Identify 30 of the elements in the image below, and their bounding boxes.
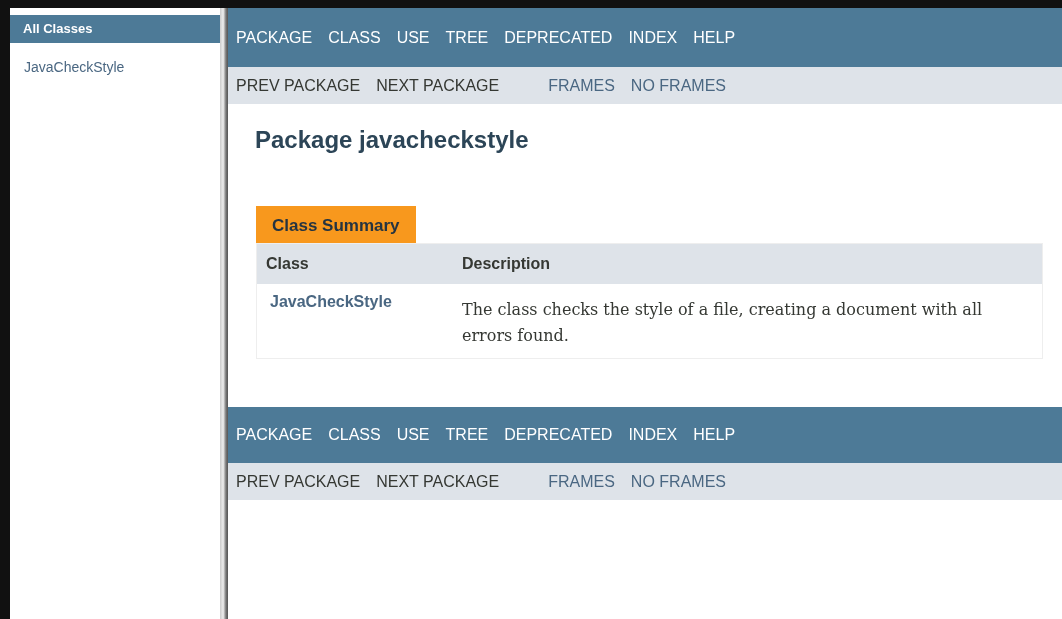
nav-label: NEXT PACKAGE xyxy=(376,472,500,491)
nav-link[interactable]: PACKAGE xyxy=(236,426,313,444)
nav-link[interactable]: TREE xyxy=(445,28,489,47)
nav-link[interactable]: DEPRECATED xyxy=(504,426,613,444)
nav-link[interactable]: DEPRECATED xyxy=(504,28,613,47)
nav-label: NEXT PACKAGE xyxy=(376,76,500,95)
nav-label: PREV PACKAGE xyxy=(236,76,361,95)
nav-link[interactable]: USE xyxy=(396,426,430,444)
column-header: Description xyxy=(462,255,550,273)
java-class-link[interactable]: JavaCheckStyle xyxy=(270,293,392,310)
nav-link[interactable]: PACKAGE xyxy=(236,28,313,47)
frame-header: All Classes xyxy=(10,15,220,43)
nav-link[interactable]: NO FRAMES xyxy=(630,76,726,95)
nav-link[interactable]: HELP xyxy=(693,426,736,444)
nav-link[interactable]: FRAMES xyxy=(548,76,615,95)
table-caption: Class Summary xyxy=(256,206,416,243)
column-header: Class xyxy=(265,255,310,273)
nav-label: PREV PACKAGE xyxy=(236,472,361,491)
nav-link[interactable]: TREE xyxy=(445,426,489,444)
nav-link[interactable]: USE xyxy=(396,28,430,47)
table-cell-text: The class checks the style of a file, creating a document with all errors found. xyxy=(462,299,984,347)
nav-link[interactable]: INDEX xyxy=(628,426,678,444)
nav-link[interactable]: CLASS xyxy=(328,28,381,47)
nav-link[interactable]: HELP xyxy=(693,28,736,47)
java-class-link[interactable]: JavaCheckStyle xyxy=(24,59,125,75)
nav-link[interactable]: NO FRAMES xyxy=(630,472,726,491)
page-title: Package javacheckstyle xyxy=(255,126,530,154)
nav-link[interactable]: INDEX xyxy=(628,28,678,47)
nav-link[interactable]: CLASS xyxy=(328,426,381,444)
nav-link[interactable]: FRAMES xyxy=(548,472,615,491)
